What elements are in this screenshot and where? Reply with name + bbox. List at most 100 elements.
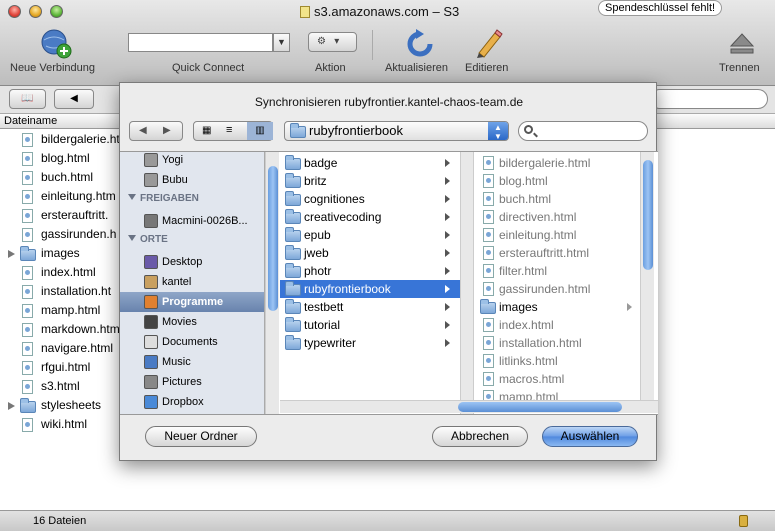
back-forward-buttons[interactable]: ◀ ▶: [129, 121, 183, 141]
folder-item-label: cognitiones: [304, 192, 365, 206]
file-item[interactable]: installation.html: [475, 334, 640, 352]
folder-item[interactable]: typewriter: [280, 334, 460, 352]
horizontal-scroll-thumb[interactable]: [458, 402, 622, 412]
folder-icon: [20, 246, 36, 261]
choose-button[interactable]: Auswählen: [542, 426, 638, 447]
file-item[interactable]: gassirunden.html: [475, 280, 640, 298]
sidebar-section-header[interactable]: FREIGABEN: [128, 193, 199, 204]
folder-icon: [285, 299, 301, 314]
column2-scrollbar[interactable]: [640, 152, 654, 400]
list-view-icon[interactable]: ≡: [226, 124, 232, 136]
sidebar-item[interactable]: Movies: [120, 312, 264, 332]
document-icon: [483, 372, 494, 386]
file-item-label: einleitung.html: [499, 228, 577, 242]
window-title: s3.amazonaws.com – S3: [300, 4, 459, 19]
donation-key-badge[interactable]: Spendeschlüssel fehlt!: [598, 0, 723, 16]
quick-connect-input[interactable]: [128, 33, 273, 52]
file-item[interactable]: buch.html: [475, 190, 640, 208]
icon-view-icon[interactable]: ▦: [202, 125, 211, 136]
folder-item[interactable]: cognitiones: [280, 190, 460, 208]
sidebar-item[interactable]: Dropbox: [120, 392, 264, 412]
music-icon: [144, 355, 158, 369]
folder-item[interactable]: jweb: [280, 244, 460, 262]
folder-item[interactable]: testbett: [280, 298, 460, 316]
folder-item[interactable]: badge: [280, 154, 460, 172]
folder-column: badge britz cognitiones creativecoding epub j…: [280, 152, 460, 414]
sidebar-item-label: Programme: [162, 296, 224, 308]
back-arrow-icon[interactable]: ◀: [139, 125, 147, 136]
sidebar-item[interactable]: Desktop: [120, 252, 264, 272]
bookmarks-button[interactable]: 📖: [9, 89, 46, 109]
sidebar-item[interactable]: Programme: [120, 292, 264, 312]
folder-item[interactable]: rubyfrontierbook: [280, 280, 460, 298]
folder-item[interactable]: images: [475, 298, 640, 316]
applications-icon: [144, 295, 158, 309]
folder-item[interactable]: tutorial: [280, 316, 460, 334]
pencil-icon[interactable]: [473, 27, 505, 59]
document-icon: [483, 354, 494, 368]
action-menu-button[interactable]: ⚙ ▾: [308, 32, 357, 52]
folder-icon: [480, 299, 496, 314]
sidebar-item-label: Macmini-0026B...: [162, 215, 248, 227]
column-browser: Yogi Bubu FREIGABEN Macmini-0026B... ORTE Des…: [120, 151, 658, 415]
new-connection-icon[interactable]: [40, 28, 72, 60]
path-popup-arrows[interactable]: ▲ ▼: [488, 122, 508, 141]
folder-item-label: jweb: [304, 246, 329, 260]
sidebar-item[interactable]: Documents: [120, 332, 264, 352]
new-folder-button[interactable]: Neuer Ordner: [145, 426, 257, 447]
file-item[interactable]: litlinks.html: [475, 352, 640, 370]
folder-item[interactable]: photr: [280, 262, 460, 280]
refresh-label: Aktualisieren: [385, 62, 448, 74]
forward-arrow-icon[interactable]: ▶: [163, 125, 171, 136]
gear-icon: ⚙: [317, 36, 326, 47]
file-item[interactable]: einleitung.html: [475, 226, 640, 244]
file-item[interactable]: index.html: [475, 316, 640, 334]
document-icon: [22, 285, 33, 299]
file-item[interactable]: directiven.html: [475, 208, 640, 226]
sidebar-item[interactable]: Pictures: [120, 372, 264, 392]
file-item[interactable]: bildergalerie.html: [475, 154, 640, 172]
file-item-label: bildergalerie.html: [499, 156, 591, 170]
dialog-search-input[interactable]: [518, 121, 648, 141]
folder-item-label: britz: [304, 174, 327, 188]
file-item[interactable]: macros.html: [475, 370, 640, 388]
file-item[interactable]: blog.html: [475, 172, 640, 190]
column1-scrollbar[interactable]: [460, 152, 474, 414]
home-icon: [144, 275, 158, 289]
refresh-icon[interactable]: [404, 28, 436, 60]
view-mode-buttons[interactable]: ▦ ≡ ▥: [193, 121, 273, 141]
sidebar-item[interactable]: Bubu: [120, 170, 264, 190]
horizontal-scrollbar[interactable]: [280, 400, 658, 413]
sidebar-item-label: kantel: [162, 276, 192, 288]
disclosure-triangle-icon[interactable]: [8, 402, 15, 410]
file-column: bildergalerie.html blog.html buch.html dire…: [475, 152, 640, 414]
main-window: s3.amazonaws.com – S3 Spendeschlüssel fe…: [0, 0, 775, 531]
sidebar-item[interactable]: Yogi: [120, 152, 264, 170]
file-item[interactable]: filter.html: [475, 262, 640, 280]
zoom-window-button[interactable]: [50, 5, 63, 18]
window-title-text: s3.amazonaws.com – S3: [314, 4, 460, 19]
sidebar-item[interactable]: kantel: [120, 272, 264, 292]
sidebar-scroll-thumb[interactable]: [268, 166, 278, 311]
column-view-icon[interactable]: ▥: [247, 122, 273, 140]
eject-icon[interactable]: [728, 30, 756, 58]
quick-connect-dropdown[interactable]: ▼: [273, 33, 290, 52]
sidebar-item[interactable]: Macmini-0026B...: [120, 211, 264, 231]
column2-scroll-thumb[interactable]: [643, 160, 653, 270]
path-popup[interactable]: rubyfrontierbook ▲ ▼: [284, 121, 509, 141]
cancel-button[interactable]: Abbrechen: [432, 426, 528, 447]
minimize-window-button[interactable]: [29, 5, 42, 18]
folder-item[interactable]: creativecoding: [280, 208, 460, 226]
filelist-search-input[interactable]: [650, 89, 768, 109]
sidebar-scrollbar[interactable]: [265, 152, 279, 414]
sidebar-section-header[interactable]: ORTE: [128, 234, 168, 245]
folder-item[interactable]: epub: [280, 226, 460, 244]
pictures-icon: [144, 375, 158, 389]
back-button[interactable]: ◀: [54, 89, 94, 109]
disclosure-triangle-icon[interactable]: [8, 250, 15, 258]
folder-item-label: epub: [304, 228, 331, 242]
sidebar-item[interactable]: Music: [120, 352, 264, 372]
folder-item[interactable]: britz: [280, 172, 460, 190]
file-item[interactable]: ersterauftritt.html: [475, 244, 640, 262]
close-window-button[interactable]: [8, 5, 21, 18]
